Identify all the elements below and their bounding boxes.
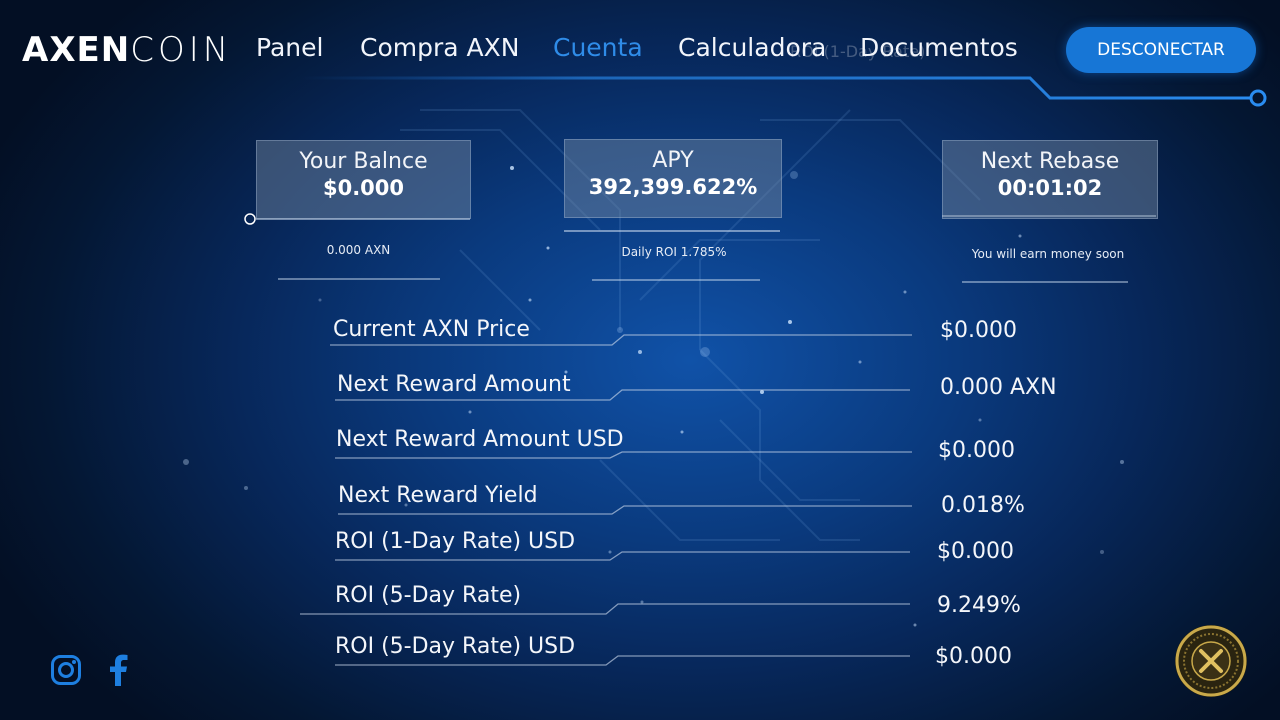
apy-card: APY 392,399.622% (564, 139, 782, 218)
apy-value: 392,399.622% (588, 175, 758, 199)
row-label-roi-5day-usd: ROI (5-Day Rate) USD (335, 634, 576, 659)
logo-part2: COIN (130, 30, 233, 70)
nav-item-compra-axn[interactable]: Compra AXN (360, 30, 519, 66)
circuit-background (183, 76, 1267, 666)
row-value-next-reward: 0.000 AXN (940, 375, 1057, 400)
balance-sub: 0.000 AXN (326, 243, 391, 257)
row-label-next-reward: Next Reward Amount (337, 372, 571, 397)
nav-item-panel[interactable]: Panel (256, 30, 323, 66)
axencoin-logo[interactable]: AXENCOIN (22, 30, 232, 70)
nav-item-documentos[interactable]: Documentos (860, 30, 1018, 66)
row-value-current-price: $0.000 (940, 318, 1017, 343)
apy-label: APY (652, 148, 694, 173)
balance-card: Your Balnce $0.000 (256, 140, 471, 219)
nav-item-calculadora[interactable]: Calculadora (678, 30, 826, 66)
row-label-current-price: Current AXN Price (333, 317, 530, 342)
row-value-roi-1day-usd: $0.000 (937, 539, 1014, 564)
rebase-sub: You will earn money soon (971, 247, 1125, 261)
axencoin-coin-icon (1175, 625, 1247, 697)
balance-label: Your Balnce (299, 149, 428, 174)
instagram-icon[interactable] (50, 654, 82, 686)
row-value-next-reward-usd: $0.000 (938, 438, 1015, 463)
rebase-value: 00:01:02 (997, 176, 1103, 200)
facebook-icon[interactable] (106, 654, 130, 686)
rebase-card: Next Rebase 00:01:02 (942, 140, 1158, 219)
nav-item-cuenta[interactable]: Cuenta (553, 30, 643, 66)
row-value-roi-5day: 9.249% (937, 593, 1021, 618)
balance-value: $0.000 (322, 176, 405, 200)
apy-sub: Daily ROI 1.785% (621, 245, 727, 259)
row-label-next-reward-yield: Next Reward Yield (338, 483, 538, 508)
row-label-roi-1day-usd: ROI (1-Day Rate) USD (335, 529, 576, 554)
logo-part1: AXEN (22, 30, 131, 70)
row-value-roi-5day-usd: $0.000 (935, 644, 1012, 669)
row-label-next-reward-usd: Next Reward Amount USD (336, 427, 624, 452)
rebase-label: Next Rebase (980, 149, 1120, 174)
row-value-next-reward-yield: 0.018% (941, 493, 1025, 518)
row-label-roi-5day: ROI (5-Day Rate) (335, 583, 522, 608)
disconnect-button[interactable]: DESCONECTAR (1066, 27, 1256, 73)
